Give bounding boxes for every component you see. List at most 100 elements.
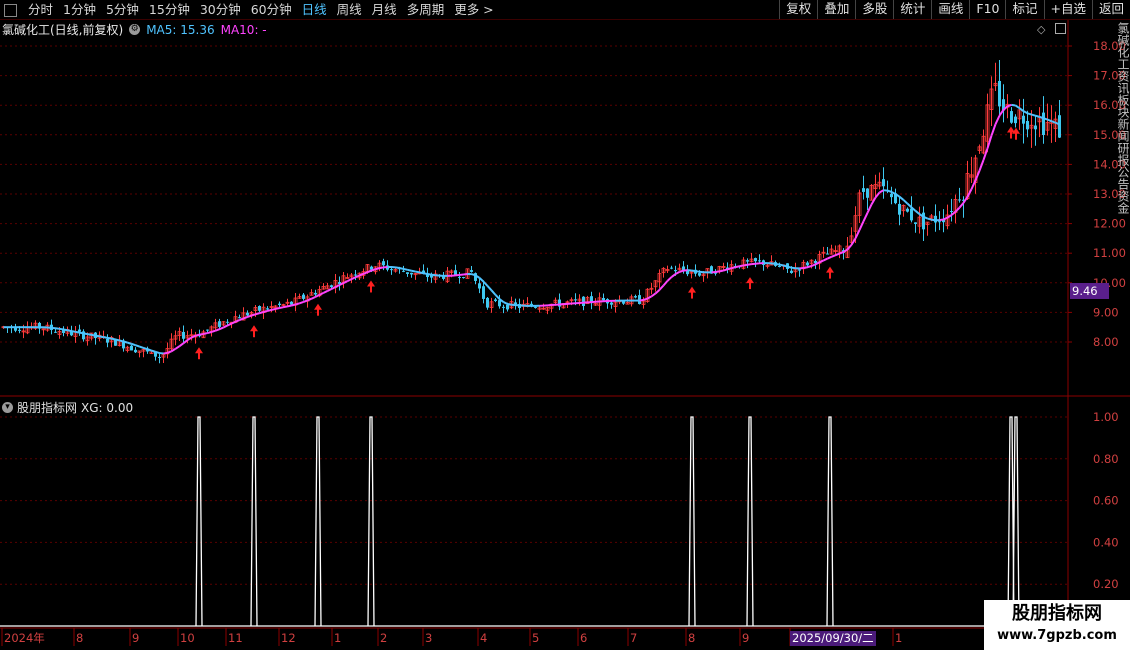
ma-line-segment (478, 277, 485, 283)
ma-line-segment (199, 332, 204, 336)
ma-line-segment (835, 252, 840, 257)
ma-line-segment (215, 328, 220, 332)
ma-line-segment (803, 266, 808, 270)
price-tick-label: 8.00 (1093, 335, 1119, 349)
candle-body (1042, 112, 1045, 136)
ma-line-segment (174, 345, 181, 350)
ma-line-segment (63, 328, 68, 332)
ma-line-segment (490, 289, 497, 296)
ma-line-segment (127, 341, 132, 345)
side-info-strip[interactable]: 氯碱化工资讯板块新闻研报公告资金 (1117, 22, 1130, 397)
indicator-spike (367, 416, 375, 627)
date-tick-label: 9 (742, 631, 749, 645)
candle-body (314, 292, 317, 295)
ma-line-segment (1043, 117, 1048, 121)
ma-line-segment (295, 302, 300, 306)
ma-line-segment (970, 179, 977, 190)
signal-arrow-head (250, 325, 258, 332)
ma-line-segment (691, 269, 696, 273)
ma-line-segment (679, 269, 684, 273)
ma-line-segment (839, 251, 844, 255)
candle-body (278, 303, 281, 305)
ma-line-segment (323, 290, 328, 294)
candle-body (506, 304, 509, 310)
ma-line-segment (943, 216, 948, 221)
watermark-url: www.7gpzb.com (997, 628, 1117, 643)
ma-line-segment (878, 189, 885, 194)
ma-line-segment (779, 263, 784, 267)
window-icon[interactable] (1055, 23, 1066, 34)
ma-line-segment (182, 339, 189, 345)
ma-line-segment (866, 204, 873, 214)
price-tick-label: 9.00 (1093, 305, 1119, 319)
signal-arrow-head (688, 286, 696, 293)
ma-line-segment (998, 109, 1005, 117)
candle-body (1034, 125, 1037, 130)
watermark-title: 股朋指标网 (1012, 603, 1102, 624)
candle-body (158, 356, 161, 358)
ma-line-segment (842, 248, 849, 253)
candle-body (826, 253, 829, 255)
ma-line-segment (494, 294, 501, 300)
ma-line-segment (419, 271, 424, 275)
candle-body (402, 270, 405, 272)
ma-line-segment (898, 195, 905, 201)
ma-line-segment (347, 278, 352, 282)
watermark-logo: 股朋指标网 www.7gpzb.com (984, 600, 1130, 650)
candle-body (354, 274, 357, 276)
indicator-header: ▾ 股朋指标网 XG: 0.00 (2, 399, 133, 416)
indicator-spike (1012, 416, 1020, 627)
ma-line-segment (874, 191, 881, 199)
candle-body (622, 301, 625, 304)
ma-line-segment (151, 349, 156, 353)
candle-body (890, 193, 893, 198)
candle-body (534, 306, 537, 308)
candle-body (494, 299, 497, 302)
ma-line-segment (103, 336, 108, 339)
ma-line-segment (650, 292, 657, 298)
candle-body (806, 262, 809, 266)
ma-line-segment (950, 210, 957, 216)
diamond-icon[interactable]: ◇ (1037, 23, 1045, 36)
ma-line-segment (139, 345, 144, 349)
ma-line-segment (858, 220, 865, 231)
indicator-tick-label: 0.20 (1093, 577, 1119, 591)
ma-line-segment (507, 302, 512, 306)
candle-body (182, 331, 185, 339)
ma-line-segment (147, 348, 152, 352)
candle-body (458, 276, 461, 278)
candle-body (634, 296, 637, 298)
ma-line-segment (155, 350, 160, 355)
ma-line-segment (407, 268, 412, 272)
ma-line-segment (914, 210, 921, 215)
ma-line-segment (994, 115, 1001, 125)
ma-line-segment (87, 333, 92, 336)
indicator-settings-icon[interactable]: ▾ (2, 402, 13, 413)
indicator-spike (826, 416, 834, 627)
ma-line-segment (203, 332, 208, 335)
candle-body (266, 308, 269, 310)
ma-line-segment (219, 326, 224, 331)
indicator-name: 股朋指标网 (17, 401, 78, 415)
indicator-value: XG: 0.00 (81, 400, 134, 415)
date-tick-label: 7 (630, 631, 637, 645)
ma-line-segment (351, 276, 356, 281)
ma-line-segment (482, 280, 489, 287)
candle-body (502, 306, 505, 308)
ma-line-segment (143, 346, 148, 351)
candle-body (226, 321, 229, 323)
ma-line-segment (243, 316, 248, 320)
ma-line-segment (990, 123, 997, 136)
candle-body (130, 345, 133, 351)
crosshair-date: 2025/09/30/二 (790, 631, 876, 646)
kline-chart-canvas[interactable]: 18.0017.0016.0015.0014.0013.0012.0011.00… (0, 0, 1130, 650)
candle-body (862, 188, 865, 192)
date-tick-label: 11 (228, 631, 243, 645)
ma-line-segment (675, 271, 680, 275)
date-tick-label: 12 (281, 631, 296, 645)
ma-line-segment (1023, 110, 1028, 115)
ma-line-segment (163, 351, 168, 355)
candle-body (486, 297, 489, 308)
candle-body (758, 260, 761, 262)
ma-line-segment (371, 268, 376, 272)
